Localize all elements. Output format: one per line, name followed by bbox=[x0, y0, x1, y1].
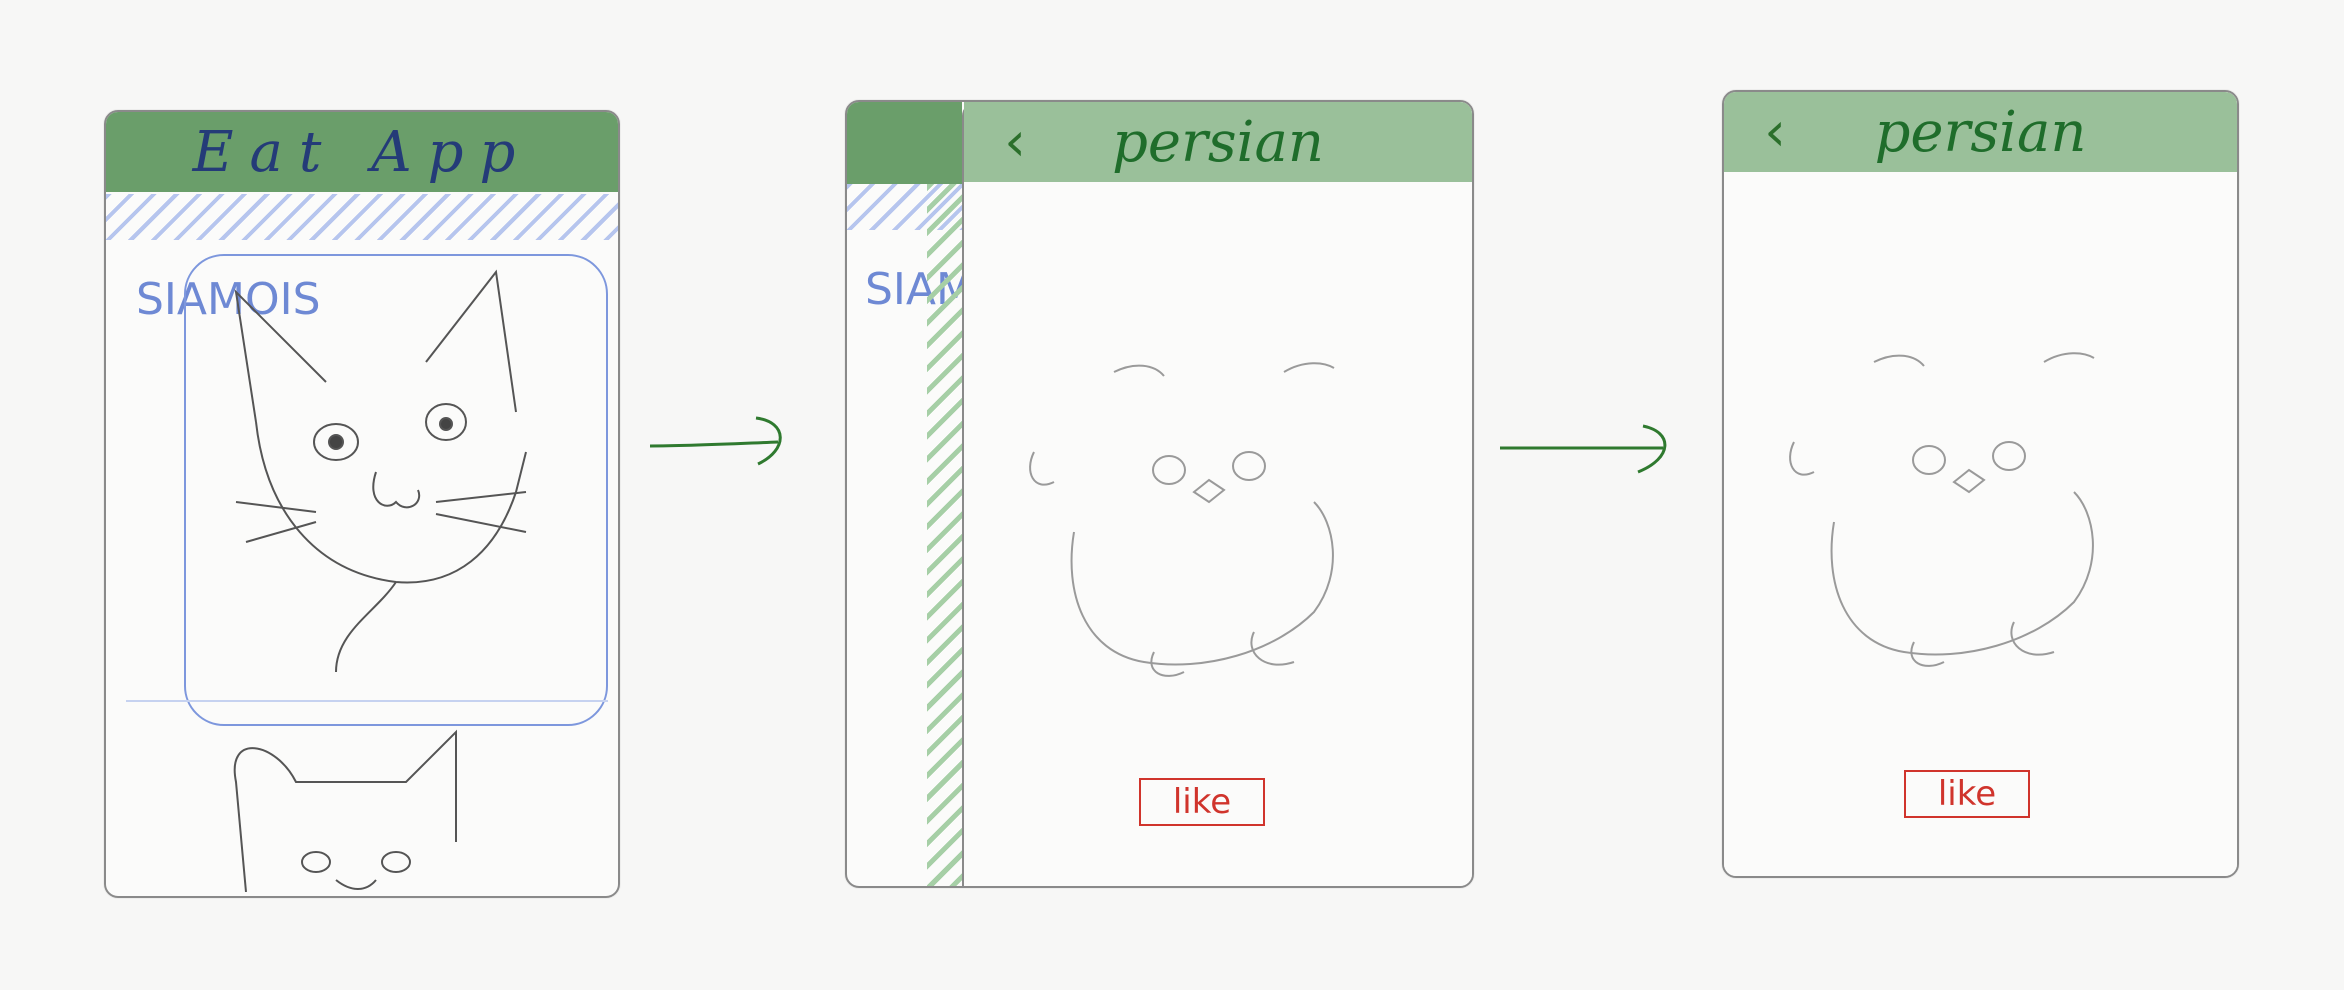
hatched-banner bbox=[106, 194, 618, 240]
chevron-left-icon: ‹ bbox=[1004, 110, 1026, 173]
underlying-header bbox=[847, 102, 962, 184]
app-header: Eat App bbox=[106, 112, 618, 192]
screen-transition: SIAMOIS ‹ persian like bbox=[845, 100, 1474, 888]
arrow-right-icon bbox=[1500, 424, 1667, 474]
detail-header: ‹ persian bbox=[964, 102, 1472, 182]
app-title: Eat App bbox=[192, 119, 532, 185]
underlying-breed-label: SIAMOIS bbox=[865, 262, 1050, 318]
detail-title: persian bbox=[1112, 109, 1324, 175]
breed-label-siamois: SIAMOIS bbox=[136, 274, 321, 325]
screen-detail: ‹ persian like bbox=[1722, 90, 2239, 878]
screen-cat-list: Eat App SIAMOIS bbox=[104, 110, 620, 898]
back-button[interactable]: ‹ bbox=[990, 110, 1040, 173]
detail-header: ‹ persian bbox=[1724, 92, 2237, 172]
like-button[interactable]: like bbox=[1904, 770, 2030, 818]
detail-panel: ‹ persian like bbox=[1724, 92, 2237, 876]
next-cat-sketch bbox=[233, 729, 457, 892]
detail-panel-sliding: ‹ persian like bbox=[962, 102, 1472, 886]
persian-cat-sketch bbox=[1789, 352, 2095, 667]
list-divider bbox=[126, 700, 608, 702]
chevron-left-icon: ‹ bbox=[1764, 100, 1786, 163]
back-button[interactable]: ‹ bbox=[1750, 100, 1800, 163]
persian-cat-sketch bbox=[1029, 362, 1335, 677]
like-button[interactable]: like bbox=[1139, 778, 1265, 826]
arrow-right-icon bbox=[649, 416, 782, 466]
detail-title: persian bbox=[1874, 99, 2087, 165]
siamese-cat-sketch bbox=[234, 269, 527, 673]
slide-shadow bbox=[927, 184, 965, 886]
